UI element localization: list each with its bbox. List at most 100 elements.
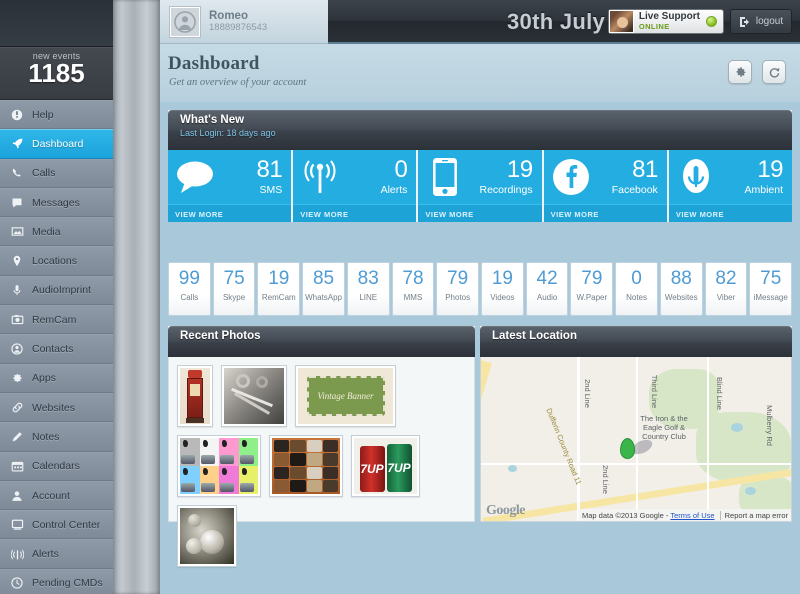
map-pin-icon [10,254,24,268]
logout-button[interactable]: logout [730,9,792,34]
counter-websites[interactable]: 88 Websites [659,262,703,316]
page-subtitle: Get an overview of your account [169,77,307,88]
sidebar-logo-area [0,0,113,47]
whats-new-tile-alerts[interactable]: 0 Alerts VIEW MORE [293,150,419,222]
sidebar-item-label: Help [32,108,54,121]
metal-divider-strip [113,0,160,594]
sidebar-item-websites[interactable]: Websites [0,392,113,423]
settings-button[interactable] [728,60,752,84]
counter-skype[interactable]: 75 Skype [212,262,256,316]
counter-value: 82 [715,268,737,289]
tile-label: Recordings [479,184,533,197]
sidebar-item-contacts[interactable]: Contacts [0,334,113,364]
pop-art-grid-photo[interactable] [177,435,261,497]
sidebar-item-label: Locations [32,255,77,268]
sidebar-item-remcam[interactable]: RemCam [0,305,113,335]
counter-videos[interactable]: 19 Videos [481,262,524,316]
refresh-button[interactable] [762,60,786,84]
sidebar-item-pending-cmds[interactable]: Pending CMDs [0,568,113,594]
sidebar-item-control-center[interactable]: Control Center [0,510,113,540]
counter-calls[interactable]: 99 Calls [168,262,211,316]
counter-value: 83 [357,268,379,289]
counter-label: W.Paper [576,293,608,302]
view-more-link[interactable]: VIEW MORE [293,204,417,222]
counter-w-paper[interactable]: 79 W.Paper [570,262,614,316]
sidebar-item-audioimprint[interactable]: AudioImprint [0,275,113,306]
view-more-link[interactable]: VIEW MORE [168,204,292,222]
map-place-label: The Iron & the Eagle Golf & Country Club [640,414,688,441]
map-attribution-text: Map data ©2013 Google - [581,511,669,520]
live-support-button[interactable]: Live Support ONLINE [607,9,724,34]
7up-cans-photo[interactable]: 7UP 7UP [351,435,420,497]
view-more-link[interactable]: VIEW MORE [418,204,542,222]
user-phone: 18889876543 [209,21,268,33]
vintage-gas-pump-photo[interactable] [177,365,213,427]
hats-collection-photo[interactable] [269,435,343,497]
sidebar-item-media[interactable]: Media [0,217,113,247]
tile-value: 19 [757,156,784,184]
view-more-link[interactable]: VIEW MORE [668,204,793,222]
sidebar-item-messages[interactable]: Messages [0,187,113,218]
whats-new-tile-facebook[interactable]: 81 Facebook VIEW MORE [543,150,669,222]
sidebar-item-apps[interactable]: Apps [0,363,113,393]
counter-remcam[interactable]: 19 RemCam [257,262,301,316]
sidebar-item-help[interactable]: Help [0,100,113,130]
sidebar-item-account[interactable]: Account [0,480,113,511]
clock-icon [10,576,24,590]
counter-photos[interactable]: 79 Photos [436,262,480,316]
counter-viber[interactable]: 82 Viber [704,262,748,316]
counter-line[interactable]: 83 LINE [346,262,390,316]
black-white-tools-photo[interactable] [221,365,287,427]
sidebar-item-alerts[interactable]: Alerts [0,539,113,569]
counter-imessage[interactable]: 75 iMessage [749,262,793,316]
sidebar-item-label: Pending CMDs [32,577,103,590]
report-map-error-link[interactable]: Report a map error [719,511,788,520]
vintage-banner-photo[interactable]: Vintage Banner [295,365,396,427]
phone-device-icon [425,157,465,197]
map-water [508,465,517,472]
map-highway [481,357,493,521]
sidebar-item-notes[interactable]: Notes [0,422,113,452]
counter-audio[interactable]: 42 Audio [525,262,569,316]
counter-mms[interactable]: 78 MMS [391,262,435,316]
gear-icon [734,66,747,79]
whats-new-tile-ambient[interactable]: 19 Ambient VIEW MORE [668,150,793,222]
terms-of-use-link[interactable]: Terms of Use [670,511,714,520]
counter-value: 0 [631,268,642,289]
sidebar-item-label: Alerts [32,548,59,561]
counter-notes[interactable]: 0 Notes [615,262,658,316]
pencil-icon [10,430,24,444]
logout-label: logout [755,16,784,27]
whats-new-tile-sms[interactable]: 81 SMS VIEW MORE [168,150,294,222]
latest-location-title: Latest Location [492,330,577,342]
whats-new-tile-recordings[interactable]: 19 Recordings VIEW MORE [418,150,544,222]
sidebar-item-label: RemCam [32,313,77,326]
calendar-icon [10,459,24,473]
sidebar-item-locations[interactable]: Locations [0,246,113,276]
view-more-link[interactable]: VIEW MORE [543,204,667,222]
counter-label: Calls [180,293,199,302]
sidebar-item-label: Messages [32,196,80,209]
whats-new-title: What's New [180,114,245,126]
location-map[interactable]: Dufferin County Road 11 2nd Line 2nd Lin… [480,357,792,522]
sidebar-item-calls[interactable]: Calls [0,158,113,188]
map-road-label: Third Line [650,374,660,409]
sidebar-item-calendars[interactable]: Calendars [0,451,113,481]
counter-label: WhatsApp [305,293,342,302]
tile-value: 81 [256,156,283,184]
dashboard-content: What's New Last Login: 18 days ago 81 SMS… [160,102,800,594]
sidebar-item-label: Apps [32,372,56,385]
counter-label: iMessage [753,293,788,302]
silver-ornaments-photo[interactable] [177,505,237,567]
map-road-label: 2nd Line [582,379,592,408]
counter-whatsapp[interactable]: 85 WhatsApp [302,262,345,316]
tile-value: 0 [394,156,408,184]
sidebar-item-dashboard[interactable]: Dashboard [0,129,113,159]
user-profile-box[interactable]: Romeo 18889876543 [160,0,328,44]
map-road-label: Blind Line [714,377,724,410]
counter-value: 99 [178,268,200,289]
user-name: Romeo [209,9,248,22]
map-location-pin[interactable] [621,439,634,460]
tile-value: 19 [506,156,533,184]
tile-label: Facebook [611,184,658,197]
